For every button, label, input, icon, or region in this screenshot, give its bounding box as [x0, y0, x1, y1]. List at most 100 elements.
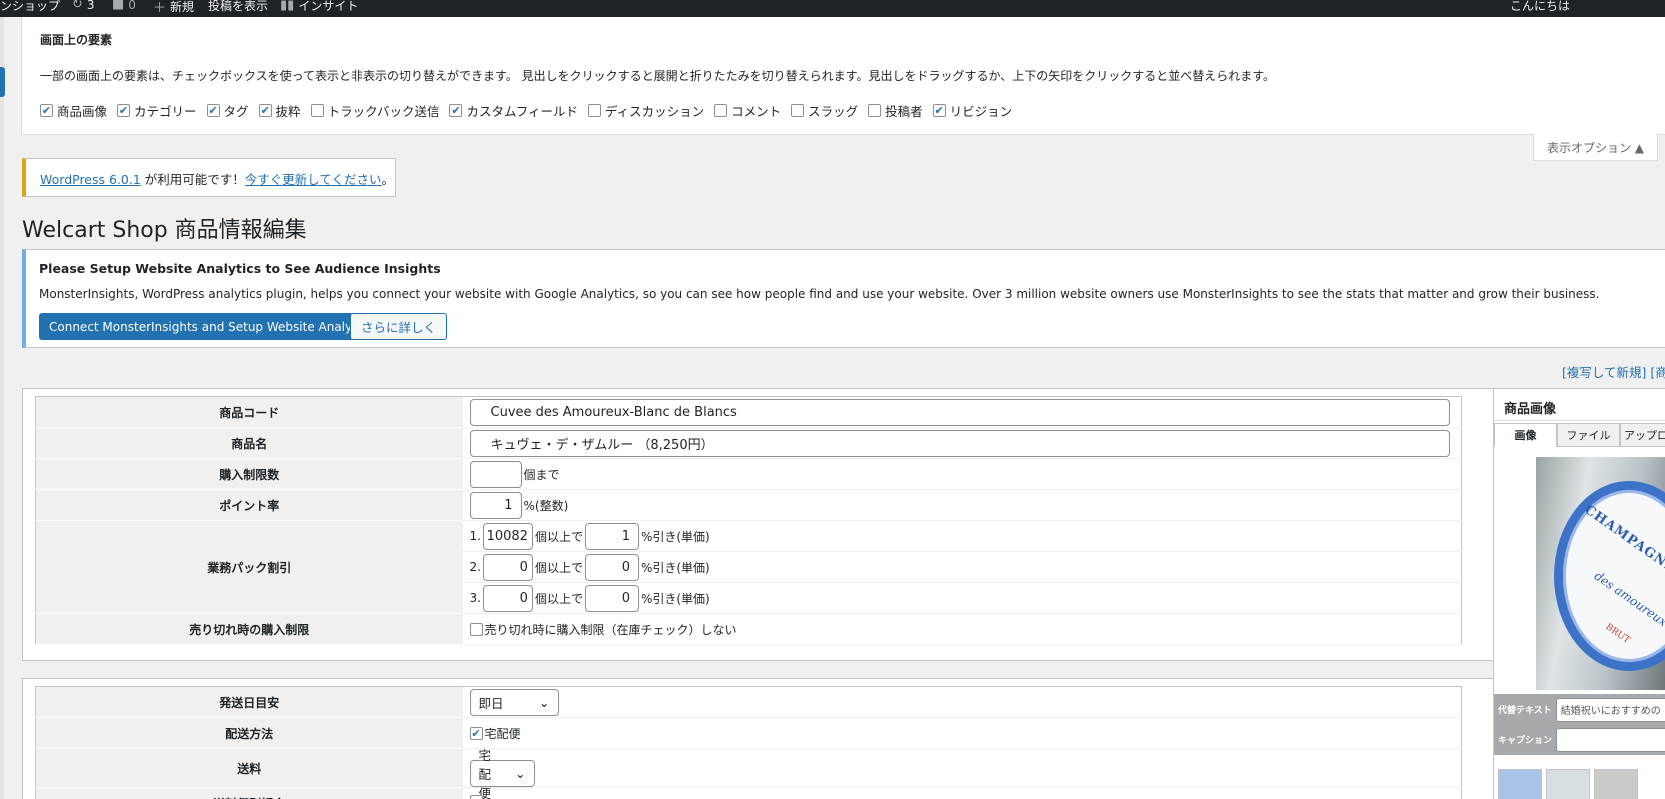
caption-input[interactable] — [1556, 727, 1665, 752]
checkbox[interactable]: ✔ — [40, 104, 53, 117]
soldout-limit-text: 売り切れ時に購入制限（在庫チェック）しない — [484, 622, 737, 637]
tab-image[interactable]: 画像 — [1494, 423, 1557, 447]
new-content-link[interactable]: ＋新規 — [153, 0, 194, 16]
pack-rate-input[interactable]: 0 — [584, 584, 639, 612]
individual-shipping-checkbox[interactable] — [469, 795, 483, 799]
pack-qty-input[interactable]: 0 — [482, 584, 533, 612]
option-label: 投稿者 — [885, 104, 923, 119]
table-row: 購入制限数 個まで — [35, 458, 1462, 490]
option-excerpt[interactable]: ✔ 抜粋 — [258, 101, 301, 120]
notice-title: Please Setup Website Analytics to See Au… — [39, 261, 441, 276]
screen-options-toggle[interactable]: 表示オプション ▲ — [1533, 134, 1658, 161]
thumbnail[interactable] — [1498, 769, 1542, 799]
option-product-image[interactable]: ✔ 商品画像 — [40, 101, 107, 120]
table-row: 送料 宅配便 ⌄ — [35, 748, 1462, 799]
option-revisions[interactable]: ✔ リビジョン — [932, 101, 1013, 120]
option-label: リビジョン — [949, 104, 1013, 119]
tab-file[interactable]: ファイル — [1557, 423, 1620, 447]
option-comments[interactable]: コメント — [714, 101, 781, 120]
wordpress-version-link[interactable]: WordPress 6.0.1 — [40, 172, 141, 187]
shipping-fee-label: 送料 — [35, 748, 463, 788]
selected-value: 宅配便 — [478, 748, 492, 799]
item-name-input[interactable]: キュヴェ・デ・ザムルー （8,250円） — [469, 429, 1450, 457]
site-name-link[interactable]: ンショップ — [0, 0, 60, 14]
option-slug[interactable]: スラッグ — [791, 101, 858, 120]
connect-monsterinsights-button[interactable]: Connect MonsterInsights and Setup Websit… — [39, 313, 384, 340]
option-label: コメント — [731, 104, 782, 119]
view-post-label: 投稿を表示 — [208, 0, 269, 13]
option-label: 商品画像 — [57, 104, 108, 119]
delivery-method-text: 宅配便 — [484, 726, 521, 741]
option-tag[interactable]: ✔ タグ — [206, 101, 249, 120]
learn-more-button[interactable]: さらに詳しく — [350, 313, 448, 340]
checkbox[interactable] — [868, 104, 882, 117]
table-row: 発送日目安 即日 ⌄ — [35, 686, 1462, 718]
pack-rate-input[interactable]: 1 — [584, 522, 639, 550]
checkbox[interactable] — [587, 104, 601, 117]
insights-label: インサイト — [298, 0, 359, 13]
option-trackback[interactable]: トラックバック送信 — [310, 101, 440, 120]
delivery-method-option[interactable]: ✔ 宅配便 — [469, 725, 1455, 742]
pack-rate-unit: %引き(単価) — [640, 591, 710, 606]
pack-row-no: 1. — [469, 529, 481, 543]
account-link[interactable]: こんにちは — [1510, 0, 1570, 14]
option-category[interactable]: ✔ カテゴリー — [117, 101, 197, 120]
comment-icon: ■ — [112, 0, 125, 12]
checkbox[interactable]: ✔ — [469, 726, 483, 740]
checkbox[interactable]: ✔ — [932, 104, 946, 117]
item-name-label: 商品名 — [35, 427, 463, 459]
site-name: ンショップ — [0, 0, 61, 13]
shipping-fee-select[interactable]: 宅配便 ⌄ — [469, 748, 535, 799]
updates-link[interactable]: ↻ 3 — [72, 0, 95, 12]
bar-chart-icon: ▮▮ — [280, 0, 295, 13]
checkbox[interactable]: ✔ — [206, 104, 220, 117]
tab-upload[interactable]: アップロー — [1620, 423, 1665, 447]
pack-qty-input[interactable]: 0 — [482, 553, 533, 581]
thumbnail[interactable] — [1594, 769, 1638, 799]
checkbox[interactable] — [469, 622, 483, 636]
thumbnail[interactable] — [1546, 769, 1590, 799]
alt-text-input[interactable]: 結婚祝いにおすすめの — [1555, 697, 1665, 722]
checkbox[interactable] — [791, 104, 805, 117]
monsterinsights-notice: Please Setup Website Analytics to See Au… — [22, 249, 1665, 348]
point-rate-label: ポイント率 — [35, 489, 463, 521]
option-custom-fields[interactable]: ✔ カスタムフィールド — [449, 101, 578, 120]
insights-link[interactable]: ▮▮ インサイト — [280, 0, 358, 14]
checkbox[interactable] — [714, 104, 728, 117]
option-label: タグ — [223, 104, 249, 119]
update-notice: WordPress 6.0.1 が利用可能です！今すぐ更新してください。 — [22, 158, 396, 197]
shipping-date-select[interactable]: 即日 ⌄ — [469, 688, 559, 716]
shipping-table: 発送日目安 即日⌄ 配送方法 ✔宅配便 送料 宅配便⌄ 送料個別課金 — [35, 686, 1462, 799]
checkbox[interactable]: ✔ — [449, 104, 463, 117]
comments-link[interactable]: ■ 0 — [112, 0, 136, 12]
pack-row-no: 3. — [469, 591, 481, 605]
product-image: CHAMPAGNE des amoureux BRUT — [1536, 457, 1665, 690]
screen-options-list: ✔ 商品画像 ✔ カテゴリー ✔ タグ ✔ 抜粋 トラックバック送信 ✔ カスタムフィール… — [40, 101, 1012, 120]
pack-qty-unit: 個以上で — [534, 529, 583, 544]
purchase-limit-input[interactable] — [469, 460, 522, 488]
option-label: トラックバック送信 — [327, 104, 440, 119]
item-code-label: 商品コード — [35, 396, 463, 428]
purchase-limit-label: 購入制限数 — [35, 458, 463, 490]
screen-options-title: 画面上の要素 — [40, 33, 113, 47]
update-now-link[interactable]: 今すぐ更新してください — [245, 172, 382, 187]
pack-qty-input[interactable]: 10082 — [482, 522, 533, 550]
item-code-input[interactable]: Cuvee des Amoureux-Blanc de Blancs — [469, 398, 1450, 426]
pack-rate-input[interactable]: 0 — [584, 553, 639, 581]
copy-new-link[interactable]: [複写して新規] [商品 — [1562, 362, 1665, 381]
pack-discount-label: 業務パック割引 — [35, 520, 463, 614]
view-post-link[interactable]: 投稿を表示 — [208, 0, 268, 14]
delivery-method-label: 配送方法 — [35, 717, 463, 749]
soldout-limit-option[interactable]: 売り切れ時に購入制限（在庫チェック）しない — [469, 621, 1455, 638]
screen-options-description: 一部の画面上の要素は、チェックボックスを使って表示と非表示の切り替えができます。… — [40, 69, 1276, 83]
checkbox[interactable] — [310, 104, 324, 117]
point-rate-input[interactable]: 1 — [469, 491, 522, 519]
screen-options-panel: 画面上の要素 一部の画面上の要素は、チェックボックスを使って表示と非表示の切り替… — [21, 17, 1665, 135]
pack-qty-unit: 個以上で — [534, 591, 583, 606]
checkbox[interactable]: ✔ — [258, 104, 272, 117]
option-discussion[interactable]: ディスカッション — [587, 101, 704, 120]
option-label: カスタムフィールド — [466, 104, 578, 119]
chevron-down-icon: ⌄ — [539, 694, 550, 710]
checkbox[interactable]: ✔ — [117, 104, 131, 117]
option-author[interactable]: 投稿者 — [868, 101, 923, 120]
